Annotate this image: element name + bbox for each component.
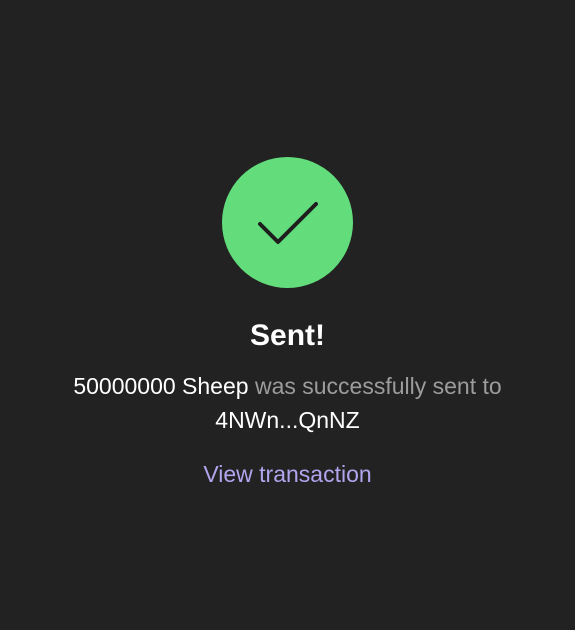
checkmark-icon [258,202,318,244]
page-title: Sent! [250,319,325,352]
success-check-circle [222,157,353,288]
sent-amount: 50000000 Sheep [73,373,249,399]
message-text: was successfully sent to [248,373,502,399]
recipient-address: 4NWn...QnNZ [215,407,360,433]
view-transaction-link[interactable]: View transaction [0,457,575,491]
sent-confirmation-screen: Sent! 50000000 Sheep was successfully se… [0,0,575,630]
success-message: 50000000 Sheep was successfully sent to … [60,369,515,437]
